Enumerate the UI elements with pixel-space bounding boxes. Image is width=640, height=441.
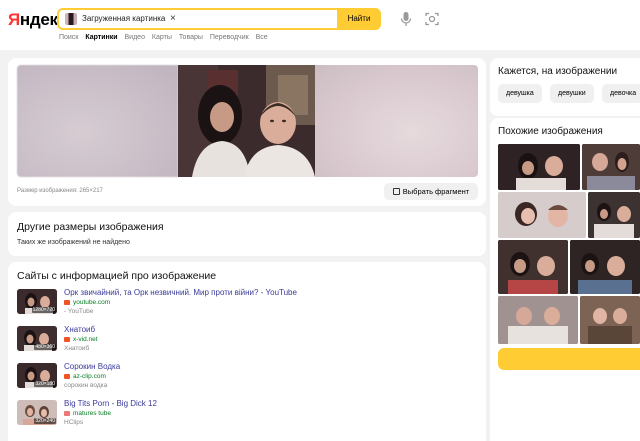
similar-image[interactable]: [588, 192, 640, 238]
show-more-button[interactable]: [498, 348, 640, 370]
blurred-background-right: [315, 65, 478, 177]
youtube-icon: [64, 300, 70, 305]
similar-title: Похожие изображения: [498, 126, 603, 137]
site-result: 480×360 Хнатоиб x-vid.net Хнатоиб: [17, 325, 477, 356]
remove-image-icon[interactable]: ×: [170, 12, 176, 26]
photo-illustration: [178, 65, 315, 177]
uploaded-image-thumbnail: [65, 13, 77, 25]
thumbnail-resolution: 320×180: [34, 381, 56, 387]
similar-image[interactable]: [580, 296, 640, 344]
thumbnail-resolution: 1280×720: [31, 307, 56, 313]
sites-title: Сайты с информацией про изображение: [17, 270, 217, 282]
site-result: 320×180 Сорокин Водка az-clip.com сороки…: [17, 362, 477, 393]
tags-title: Кажется, на изображении: [498, 66, 618, 77]
similar-image[interactable]: [498, 240, 568, 294]
similar-thumb: [570, 240, 640, 294]
similar-thumb: [498, 296, 578, 344]
site-result: 320×240 Big Tits Porn - Big Dick 12 matu…: [17, 399, 477, 430]
site-thumbnail[interactable]: 320×180: [17, 363, 57, 388]
similar-thumb: [582, 144, 640, 190]
site-title-link[interactable]: Орк звичайний, та Орк незвичний. Мир про…: [64, 288, 297, 297]
other-sizes-title: Другие размеры изображения: [17, 221, 164, 233]
site-thumbnail[interactable]: 320×240: [17, 400, 57, 425]
site-subtitle: Хнатоиб: [64, 345, 90, 352]
similar-image[interactable]: [582, 144, 640, 190]
tab-search[interactable]: Поиск: [59, 34, 78, 41]
other-sizes-panel: Другие размеры изображения Таких же изоб…: [8, 212, 486, 256]
site-title-link[interactable]: Big Tits Porn - Big Dick 12: [64, 399, 157, 408]
camera-search-icon[interactable]: [425, 12, 439, 26]
similar-thumb: [498, 192, 586, 238]
similar-image[interactable]: [570, 240, 640, 294]
tab-products[interactable]: Товары: [179, 34, 203, 41]
site-subtitle: - YouTube: [64, 308, 94, 315]
site-domain[interactable]: az-clip.com: [73, 373, 106, 380]
play-icon: [64, 337, 70, 342]
tab-video[interactable]: Видео: [125, 34, 145, 41]
image-preview-panel: Размер изображения: 265×217 Выбрать фраг…: [8, 58, 486, 206]
site-title-link[interactable]: Сорокин Водка: [64, 362, 120, 371]
site-favicon: [64, 411, 70, 416]
play-icon: [64, 374, 70, 379]
search-tabs: Поиск Картинки Видео Карты Товары Перево…: [59, 34, 273, 41]
not-found-text: Таких же изображений не найдено: [17, 239, 130, 246]
site-subtitle: HClips: [64, 419, 84, 426]
search-button[interactable]: Найти: [337, 8, 381, 30]
thumbnail-resolution: 480×360: [34, 344, 56, 350]
tab-all[interactable]: Все: [256, 34, 268, 41]
similar-images-panel: Похожие изображения: [490, 118, 640, 441]
microphone-icon[interactable]: [400, 11, 412, 27]
sites-panel: Сайты с информацией про изображение 1280…: [8, 262, 486, 441]
uploaded-image-label: Загруженная картинка: [82, 14, 166, 23]
similar-image[interactable]: [498, 192, 586, 238]
site-domain[interactable]: youtube.com: [73, 299, 110, 306]
site-subtitle: сорокин водка: [64, 382, 108, 389]
tag-chip[interactable]: девочка: [602, 84, 640, 103]
image-size-text: Размер изображения: 265×217: [17, 188, 103, 194]
site-result: 1280×720 Орк звичайний, та Орк незвичний…: [17, 288, 477, 319]
similar-image[interactable]: [498, 144, 580, 190]
similar-thumb: [498, 240, 568, 294]
tab-images[interactable]: Картинки: [85, 34, 117, 41]
select-fragment-label: Выбрать фрагмент: [402, 187, 470, 196]
crop-icon: [392, 188, 400, 195]
similar-thumb: [580, 296, 640, 344]
select-fragment-button[interactable]: Выбрать фрагмент: [384, 183, 478, 200]
similar-thumb: [588, 192, 640, 238]
similar-thumb: [498, 144, 580, 190]
site-domain[interactable]: x-vid.net: [73, 336, 98, 343]
tags-panel: Кажется, на изображении девушка девушки …: [490, 58, 640, 116]
tab-translator[interactable]: Переводчик: [210, 34, 249, 41]
blurred-background-left: [17, 65, 178, 177]
site-domain[interactable]: matures tube: [73, 410, 111, 417]
uploaded-image[interactable]: [178, 65, 315, 177]
similar-image[interactable]: [498, 296, 578, 344]
header: Яндекс Загруженная картинка × Найти Поис…: [0, 0, 640, 50]
search-bar[interactable]: Загруженная картинка × Найти: [57, 8, 381, 30]
tag-chip[interactable]: девушки: [550, 84, 594, 103]
tab-maps[interactable]: Карты: [152, 34, 172, 41]
tag-chip[interactable]: девушка: [498, 84, 542, 103]
site-thumbnail[interactable]: 1280×720: [17, 289, 57, 314]
site-title-link[interactable]: Хнатоиб: [64, 325, 95, 334]
thumbnail-resolution: 320×240: [34, 418, 56, 424]
site-thumbnail[interactable]: 480×360: [17, 326, 57, 351]
